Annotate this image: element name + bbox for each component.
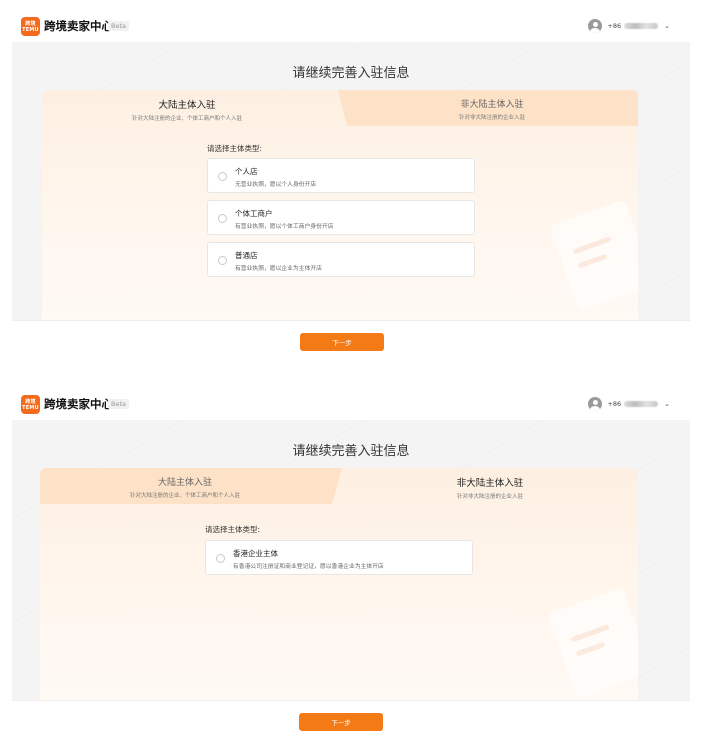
option-regular-store[interactable]: 普通店 有营业执照，愿以企业为主体开店: [207, 242, 475, 277]
option-desc: 有营业执照，愿以个体工商户身份开店: [235, 224, 334, 230]
tab-mainland[interactable]: 大陆主体入驻 针对大陆注册的企业、个体工商户和个人入驻: [40, 468, 330, 504]
phone-number: +86: [607, 22, 622, 30]
next-button[interactable]: 下一步: [300, 333, 384, 351]
option-title: 个体工商户: [235, 209, 273, 218]
tab-sublabel: 针对大陆注册的企业、个体工商户和个人入驻: [131, 116, 242, 122]
tabs: 大陆主体入驻 针对大陆注册的企业、个体工商户和个人入驻 非大陆主体入驻 针对非大…: [42, 90, 638, 126]
masked-phone: [624, 23, 659, 29]
tab-sublabel: 针对非大陆注册的企业入驻: [456, 494, 523, 500]
chevron-down-icon: ⌄: [664, 400, 670, 408]
registration-card: 大陆主体入驻 针对大陆注册的企业、个体工商户和个人入驻 非大陆主体入驻 针对非大…: [42, 90, 638, 320]
user-menu[interactable]: +86 ⌄: [588, 396, 670, 412]
main-content: 请继续完善入驻信息 大陆主体入驻 针对大陆注册的企业、个体工商户和个人入驻 非大…: [12, 420, 690, 700]
radio-icon[interactable]: [218, 172, 227, 181]
tab-sublabel: 针对非大陆注册的企业入驻: [458, 115, 525, 121]
user-menu[interactable]: +86 ⌄: [588, 18, 670, 34]
decoration-illustration: [549, 199, 638, 311]
brand-title: 跨境卖家中心: [44, 397, 113, 411]
screen-non-mainland: 跨境 TEMU 跨境卖家中心 Beta +86 ⌄ 请继续完善入驻信息 大陆主体入…: [12, 388, 690, 740]
entity-type-prompt: 请选择主体类型:: [207, 144, 263, 153]
radio-icon[interactable]: [218, 256, 227, 265]
registration-card: 大陆主体入驻 针对大陆注册的企业、个体工商户和个人入驻 非大陆主体入驻 针对非大…: [40, 468, 638, 700]
screen-mainland: 跨境 TEMU 跨境卖家中心 Beta +86 ⌄ 请继续完善入驻信息 大陆主体入…: [12, 10, 690, 360]
option-desc: 有香港公司注册证和商业登记证，愿以香港企业为主体开店: [233, 564, 384, 570]
option-personal-store[interactable]: 个人店 无营业执照，愿以个人身份开店: [207, 158, 475, 193]
tab-mainland[interactable]: 大陆主体入驻 针对大陆注册的企业、个体工商户和个人入驻: [42, 90, 332, 126]
top-bar: 跨境 TEMU 跨境卖家中心 Beta +86 ⌄: [12, 10, 690, 42]
beta-badge: Beta: [108, 399, 129, 409]
option-title: 普通店: [235, 251, 258, 260]
chevron-down-icon: ⌄: [664, 22, 670, 30]
page-title: 请继续完善入驻信息: [292, 66, 410, 81]
footer-bar: 下一步: [12, 700, 690, 740]
tab-non-mainland[interactable]: 非大陆主体入驻 针对非大陆注册的企业入驻: [347, 90, 637, 126]
user-avatar-icon: [588, 19, 603, 33]
option-desc: 有营业执照，愿以企业为主体开店: [235, 266, 322, 272]
option-title: 香港企业主体: [233, 549, 278, 558]
tab-sublabel: 针对大陆注册的企业、个体工商户和个人入驻: [129, 493, 240, 499]
main-content: 请继续完善入驻信息 大陆主体入驻 针对大陆注册的企业、个体工商户和个人入驻 非大…: [12, 42, 690, 320]
next-button[interactable]: 下一步: [299, 713, 383, 731]
page-title: 请继续完善入驻信息: [292, 444, 410, 459]
tab-label: 大陆主体入驻: [157, 478, 212, 488]
phone-number: +86: [607, 400, 622, 408]
tabs: 大陆主体入驻 针对大陆注册的企业、个体工商户和个人入驻 非大陆主体入驻 针对非大…: [40, 468, 638, 504]
tab-non-mainland[interactable]: 非大陆主体入驻 针对非大陆注册的企业入驻: [345, 468, 635, 504]
temu-logo: 跨境 TEMU: [21, 17, 40, 36]
beta-badge: Beta: [108, 21, 129, 31]
footer-bar: 下一步: [12, 320, 690, 360]
temu-logo: 跨境 TEMU: [21, 395, 40, 414]
top-bar: 跨境 TEMU 跨境卖家中心 Beta +86 ⌄: [12, 388, 690, 420]
decoration-illustration: [547, 587, 638, 699]
tab-label: 大陆主体入驻: [158, 100, 216, 111]
option-individual-business[interactable]: 个体工商户 有营业执照，愿以个体工商户身份开店: [207, 200, 475, 235]
tab-label: 非大陆主体入驻: [456, 478, 524, 489]
brand-title: 跨境卖家中心: [44, 19, 113, 33]
option-title: 个人店: [235, 167, 258, 176]
option-desc: 无营业执照，愿以个人身份开店: [235, 182, 317, 188]
radio-icon[interactable]: [218, 214, 227, 223]
entity-type-prompt: 请选择主体类型:: [205, 525, 261, 534]
radio-icon[interactable]: [216, 554, 225, 563]
masked-phone: [624, 401, 659, 407]
user-avatar-icon: [588, 397, 603, 411]
option-hk-enterprise[interactable]: 香港企业主体 有香港公司注册证和商业登记证，愿以香港企业为主体开店: [205, 540, 473, 575]
tab-label: 非大陆主体入驻: [460, 100, 524, 110]
